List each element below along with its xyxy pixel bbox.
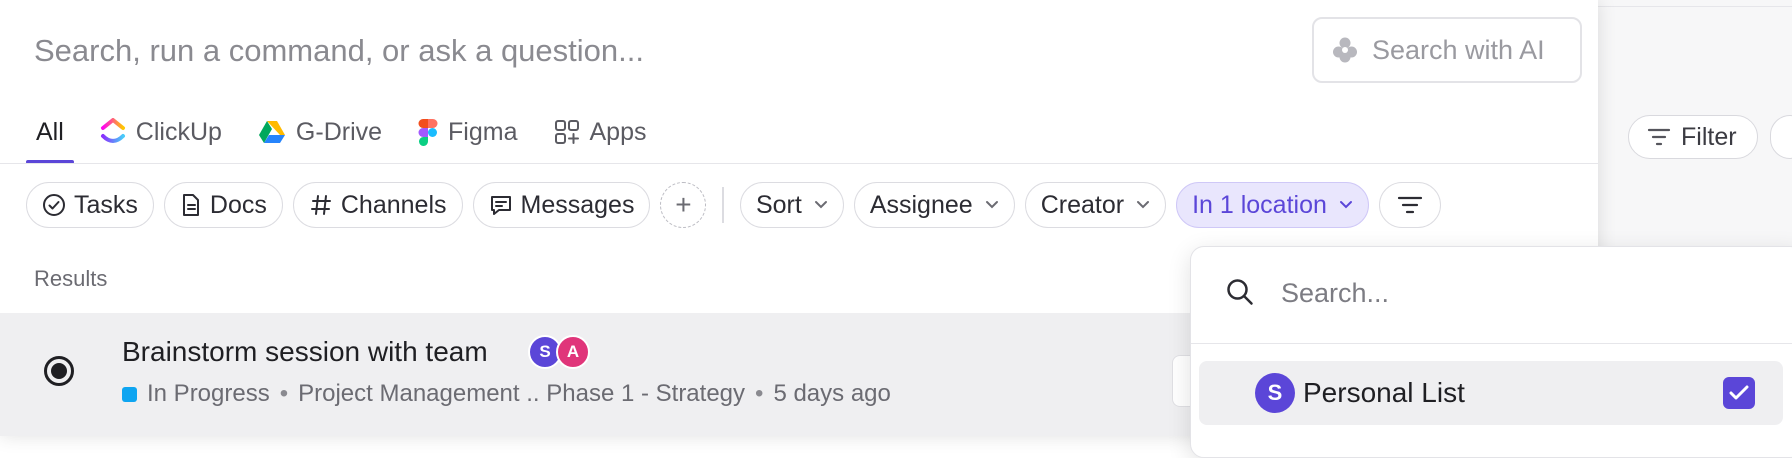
result-updated: 5 days ago [773, 380, 891, 407]
hash-icon [310, 195, 331, 215]
messages-filter-chip[interactable]: Messages [472, 182, 651, 228]
tab-clickup[interactable]: ClickUp [90, 100, 232, 164]
apps-grid-icon [554, 120, 579, 144]
search-with-ai-button[interactable]: Search with AI [1312, 17, 1582, 83]
message-icon [490, 196, 511, 215]
location-dropdown[interactable]: In 1 location [1176, 182, 1369, 228]
google-drive-icon [258, 121, 285, 143]
assignee-dropdown[interactable]: Assignee [853, 182, 1015, 228]
task-status-radio[interactable] [44, 356, 74, 386]
dropdown-divider [1191, 343, 1792, 344]
location-option-label: Personal List [1303, 377, 1465, 408]
command-search-row: Search with AI [0, 0, 1598, 100]
location-checkbox[interactable] [1723, 377, 1755, 409]
tab-figma[interactable]: Figma [408, 100, 527, 164]
result-title[interactable]: Brainstorm session with team [122, 336, 488, 368]
location-option-personal-list[interactable]: S Personal List [1199, 361, 1783, 425]
filter-icon [1647, 128, 1671, 146]
tab-apps-label: Apps [589, 117, 647, 146]
chevron-down-icon [1137, 201, 1150, 209]
tab-figma-label: Figma [448, 117, 518, 146]
chevron-down-icon [985, 201, 998, 209]
status-color-square [122, 386, 137, 402]
tasks-filter-label: Tasks [74, 190, 138, 219]
separator-dot: • [279, 380, 289, 407]
search-icon [1227, 279, 1253, 305]
sort-label: Sort [755, 190, 802, 219]
sort-dropdown[interactable]: Sort [739, 182, 844, 228]
result-meta: In Progress • Project Management .. Phas… [122, 380, 891, 408]
search-with-ai-label: Search with AI [1372, 34, 1545, 65]
channels-filter-chip[interactable]: Channels [292, 182, 463, 228]
location-label: In 1 location [1192, 190, 1327, 219]
tab-all[interactable]: All [26, 100, 74, 164]
avatar: S [1255, 373, 1295, 413]
filter-icon [1397, 196, 1422, 214]
check-circle-icon [43, 194, 65, 216]
chips-separator [722, 187, 724, 223]
chevron-down-icon [1339, 201, 1352, 209]
results-heading: Results [34, 266, 108, 291]
result-status: In Progress [147, 380, 270, 407]
messages-filter-label: Messages [520, 190, 635, 219]
docs-filter-label: Docs [209, 190, 267, 219]
background-filter-button[interactable]: Filter [1628, 115, 1758, 159]
chevron-down-icon [814, 201, 827, 209]
result-location: Project Management .. Phase 1 - Strategy [298, 380, 746, 407]
tab-apps[interactable]: Apps [544, 100, 657, 164]
tab-g-drive-label: G-Drive [295, 117, 383, 146]
avatar: A [556, 335, 590, 369]
location-dropdown-menu: S Personal List [1190, 246, 1792, 458]
add-filter-button[interactable]: + [660, 182, 707, 228]
tab-clickup-label: ClickUp [135, 117, 222, 146]
creator-dropdown[interactable]: Creator [1024, 182, 1167, 228]
separator-dot: • [755, 380, 764, 407]
background-divider [1596, 6, 1792, 7]
channels-filter-label: Channels [340, 190, 447, 219]
command-search-input[interactable] [34, 28, 1284, 74]
assignee-label: Assignee [869, 190, 973, 219]
document-icon [182, 194, 199, 216]
plus-icon: + [675, 189, 692, 220]
docs-filter-chip[interactable]: Docs [163, 182, 283, 228]
checkmark-icon [1729, 385, 1749, 400]
ai-sparkle-icon [1333, 37, 1357, 63]
figma-icon [418, 119, 438, 146]
tab-all-label: All [36, 117, 64, 146]
tab-g-drive[interactable]: G-Drive [248, 100, 392, 164]
filter-chips: Tasks Docs Channels Messages + Sort Assi… [26, 181, 1451, 229]
tasks-filter-chip[interactable]: Tasks [26, 182, 154, 228]
radio-dot [51, 363, 67, 379]
more-filters-button[interactable] [1378, 182, 1441, 228]
creator-label: Creator [1040, 190, 1125, 219]
source-tabs: All ClickUp G-Drive Figma Apps [26, 100, 672, 164]
clickup-logo-icon [100, 118, 125, 143]
background-filter-label: Filter [1681, 122, 1737, 151]
location-search-input[interactable] [1281, 271, 1721, 315]
tabs-divider [0, 163, 1598, 164]
